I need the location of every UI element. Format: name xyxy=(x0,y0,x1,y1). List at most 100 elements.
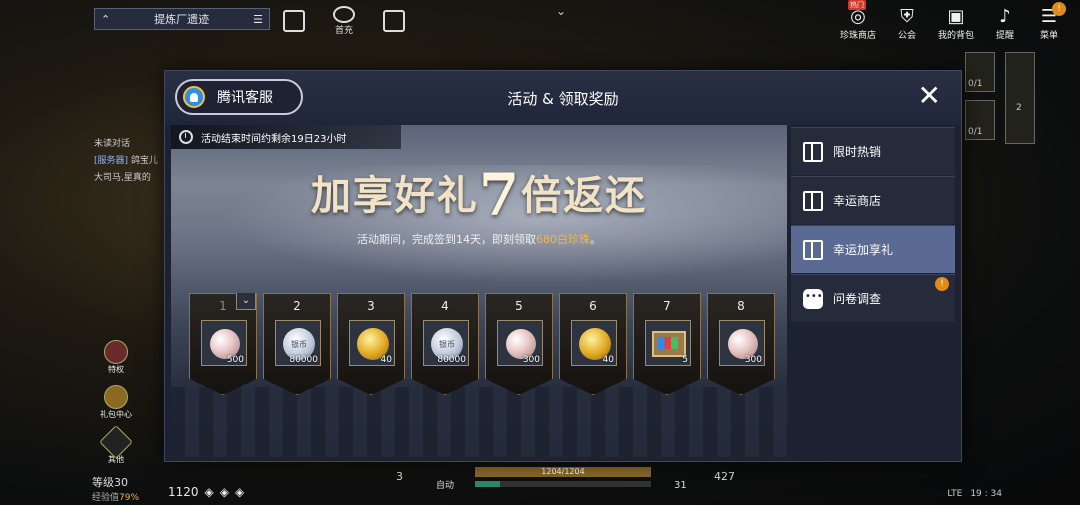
reward-day-card[interactable]: 5 300 xyxy=(485,293,553,395)
privilege-label: 特权 xyxy=(108,365,124,374)
guild-button[interactable]: ⛨ 公会 xyxy=(894,4,920,42)
chat-message-2[interactable]: 大司马,星真的 xyxy=(94,170,166,183)
reward-item-slot[interactable]: 40 xyxy=(349,320,395,366)
potion-count: 31 xyxy=(674,480,687,491)
chat-message[interactable]: [服务器] 鸽宝儿 xyxy=(94,153,166,166)
reward-item-slot[interactable]: 300 xyxy=(497,320,543,366)
privilege-button[interactable]: 特权 xyxy=(104,340,128,375)
reward-day-number: 7 xyxy=(663,299,671,313)
right-slot-panel: 0/1 0/1 2 xyxy=(965,52,1037,147)
reminder-button[interactable]: ♪ 提醒 xyxy=(992,4,1018,42)
bag-label: 我的背包 xyxy=(937,31,974,41)
chevron-down-icon[interactable]: ⌄ xyxy=(556,4,570,18)
claimed-check-icon: ⌄ xyxy=(236,293,256,310)
guild-label: 公会 xyxy=(897,31,916,41)
mp-bar-fill xyxy=(475,481,500,487)
headline-part-a: 加享好礼 xyxy=(310,172,479,219)
box-item-icon xyxy=(652,331,686,357)
headline-multiplier: 7 xyxy=(478,161,522,229)
reward-day-card[interactable]: 4 银币 80000 xyxy=(411,293,479,395)
reward-day-card[interactable]: 1 ⌄ 500 xyxy=(189,293,257,395)
combat-power-value: 1120 xyxy=(168,485,199,499)
reward-item-slot[interactable]: 40 xyxy=(571,320,617,366)
event-tab-list: 限时热销幸运商店幸运加享礼问卷调查! xyxy=(791,127,955,323)
reward-quantity: 500 xyxy=(226,355,244,365)
reward-day-number: 3 xyxy=(367,299,375,313)
daily-reward-row: 1 ⌄ 500 2 银币 80000 3 40 4 银币 80000 5 300 6 40 7 5 8 300 xyxy=(189,293,775,395)
close-button[interactable]: ✕ xyxy=(918,81,941,111)
reminder-label: 提醒 xyxy=(995,31,1014,41)
event-headline: 加享好礼7倍返还 xyxy=(171,161,787,229)
slot-c-count: 2 xyxy=(1016,103,1022,113)
slot-a-count: 0/1 xyxy=(968,79,983,89)
auto-button[interactable]: 自动 xyxy=(436,478,454,491)
reward-item-slot[interactable]: 银币 80000 xyxy=(275,320,321,366)
level-text: 等级30 xyxy=(92,476,128,489)
quest-tracker[interactable]: ⌃ 提炼厂遗迹 ☰ xyxy=(94,8,270,30)
chat-server-tag: [服务器] xyxy=(94,156,129,166)
list-icon[interactable]: ☰ xyxy=(253,13,263,26)
gift-icon[interactable] xyxy=(280,6,308,36)
top-right-menu: 热门 ◎ 珍珠商店 ⛨ 公会 ▣ 我的背包 ♪ 提醒 ☰ ! 菜单 xyxy=(839,0,1066,42)
chat-server-text: 鸽宝儿 xyxy=(130,156,158,166)
reward-quantity: 300 xyxy=(522,355,540,365)
reward-day-number: 8 xyxy=(737,299,745,313)
event-tab-label: 幸运商店 xyxy=(833,194,882,208)
reward-item-slot[interactable]: 银币 80000 xyxy=(423,320,469,366)
bag-icon: ▣ xyxy=(947,5,965,27)
reward-quantity: 40 xyxy=(602,355,614,365)
clock: 19 : 34 xyxy=(970,489,1002,499)
reward-item-slot[interactable]: 500 xyxy=(201,320,247,366)
combat-power: 1120 ◈ ◈ ◈ xyxy=(168,485,244,499)
quick-slot-a[interactable]: 0/1 xyxy=(965,52,995,92)
other-button[interactable]: 其他 xyxy=(99,425,133,465)
event-tab[interactable]: 问卷调查! xyxy=(791,274,955,322)
event-tab-label: 幸运加享礼 xyxy=(833,243,894,257)
reward-day-card[interactable]: 8 300 xyxy=(707,293,775,395)
exp-percent: 79% xyxy=(119,493,140,503)
event-tab[interactable]: 幸运加享礼 xyxy=(791,225,955,273)
bell-icon: ♪ xyxy=(999,5,1011,27)
collapse-icon[interactable]: ⌃ xyxy=(101,13,110,26)
reward-day-card[interactable]: 75 xyxy=(633,293,701,395)
top-quick-icons: 首充 xyxy=(280,6,408,36)
system-status: LTE 19 : 34 xyxy=(947,489,1002,499)
level-info: 等级30 经验值79% xyxy=(92,474,139,503)
exp-text: 经验值79% xyxy=(92,490,139,503)
clock-icon xyxy=(179,130,193,144)
event-tab[interactable]: 幸运商店 xyxy=(791,176,955,224)
reward-quantity: 5 xyxy=(682,355,688,365)
pearl-shop-label: 珍珠商店 xyxy=(839,31,876,41)
menu-button[interactable]: ☰ ! 菜单 xyxy=(1036,2,1066,41)
skill-count: 3 xyxy=(396,470,403,483)
reward-day-card[interactable]: 6 40 xyxy=(559,293,627,395)
tab-alert-badge: ! xyxy=(935,277,949,291)
reward-day-card[interactable]: 3 40 xyxy=(337,293,405,395)
gift-box-icon xyxy=(803,141,823,162)
first-recharge-icon[interactable]: 首充 xyxy=(330,6,358,36)
book-icon[interactable] xyxy=(380,6,408,36)
desc-part-b: 。 xyxy=(590,233,601,246)
reward-day-number: 5 xyxy=(515,299,523,313)
event-description: 活动期间，完成签到14天，即刻领取680白珍珠。 xyxy=(171,231,787,247)
exp-label: 经验值 xyxy=(92,493,120,503)
reward-item-slot[interactable]: 5 xyxy=(645,320,691,366)
bag-button[interactable]: ▣ 我的背包 xyxy=(937,4,974,42)
reward-day-card[interactable]: 2 银币 80000 xyxy=(263,293,331,395)
gift-center-label: 礼包中心 xyxy=(100,410,132,419)
quick-slot-b[interactable]: 0/1 xyxy=(965,100,995,140)
reward-item-slot[interactable]: 300 xyxy=(719,320,765,366)
pearl-shop-button[interactable]: 热门 ◎ 珍珠商店 xyxy=(839,0,876,41)
event-tab-label: 问卷调查 xyxy=(833,292,882,306)
reward-day-number: 4 xyxy=(441,299,449,313)
chat-icon xyxy=(803,288,823,309)
slot-b-count: 0/1 xyxy=(968,127,983,137)
chat-title: 未读对话 xyxy=(94,139,131,149)
shield-icon: ⛨ xyxy=(900,5,914,27)
network-type: LTE xyxy=(947,489,963,499)
dialog-header: 腾讯客服 活动 & 领取奖励 ✕ xyxy=(165,71,961,125)
gift-center-button[interactable]: 礼包中心 xyxy=(100,385,132,420)
quick-slot-c[interactable]: 2 xyxy=(1005,52,1035,144)
left-side-panel: 未读对话 [服务器] 鸽宝儿 大司马,星真的 xyxy=(94,70,166,183)
event-tab[interactable]: 限时热销 xyxy=(791,127,955,175)
